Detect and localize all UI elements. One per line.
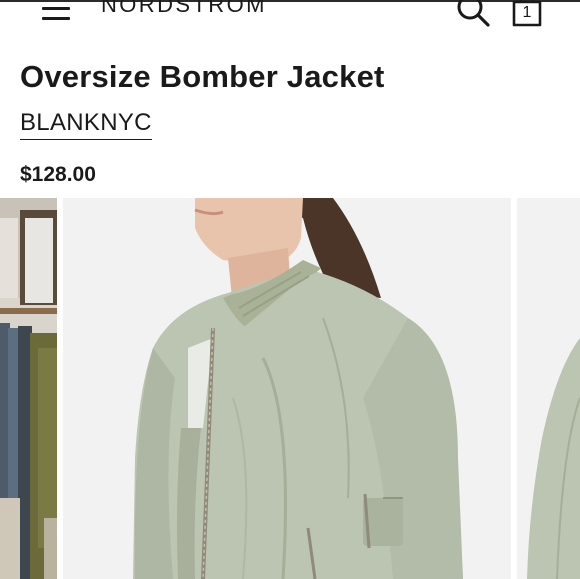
shopping-bag-button[interactable]: 1 xyxy=(510,0,544,28)
product-price: $128.00 xyxy=(20,163,96,186)
menu-button[interactable] xyxy=(42,3,72,25)
gallery-image-main[interactable] xyxy=(63,198,511,579)
jacket-side-image xyxy=(517,198,580,579)
product-title: Oversize Bomber Jacket xyxy=(20,59,385,94)
brand-logo[interactable]: NORDSTROM xyxy=(101,0,267,18)
gallery-image-next[interactable] xyxy=(517,198,580,579)
model-jacket-image xyxy=(63,198,511,579)
search-button[interactable] xyxy=(455,0,491,30)
search-icon xyxy=(457,0,490,27)
site-header: NORDSTROM 1 xyxy=(0,0,580,40)
gallery-image-previous[interactable] xyxy=(0,198,57,579)
image-gallery[interactable] xyxy=(0,198,580,579)
designer-link[interactable]: BLANKNYC xyxy=(20,110,152,140)
bag-count-badge: 1 xyxy=(522,4,532,21)
hamburger-menu-icon-bar xyxy=(42,17,70,20)
hamburger-menu-icon xyxy=(42,7,70,10)
store-rack-image xyxy=(0,198,57,579)
